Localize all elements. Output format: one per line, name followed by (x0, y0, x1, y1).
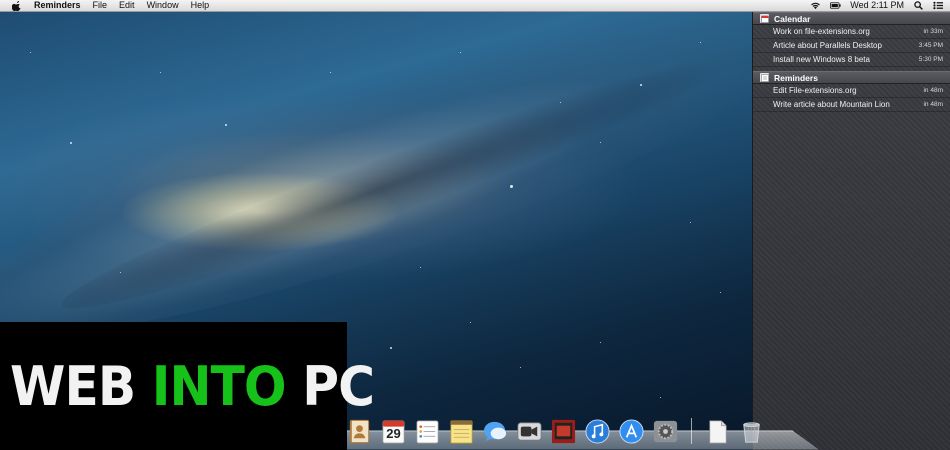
calendar-section-title: Calendar (774, 13, 811, 24)
documents-icon[interactable] (703, 417, 732, 446)
star (470, 322, 471, 323)
reminder-time: in 48m (923, 87, 943, 94)
star (660, 397, 661, 398)
star (390, 347, 392, 349)
reminders-section-header[interactable]: Reminders (753, 71, 950, 84)
messages-icon[interactable] (481, 417, 510, 446)
star (700, 42, 701, 43)
calendar-icon (760, 14, 769, 23)
contacts-icon[interactable] (345, 417, 374, 446)
dock-separator (691, 418, 692, 444)
status-area: Wed 2:11 PM (801, 0, 950, 11)
dock: 29 (345, 412, 766, 446)
star (510, 185, 513, 188)
star (225, 124, 227, 126)
event-time: 5:30 PM (918, 56, 943, 63)
system-preferences-icon[interactable] (651, 417, 680, 446)
app-menu-reminders[interactable]: Reminders (34, 0, 81, 11)
star (690, 222, 691, 223)
notification-center: Calendar Work on file-extensions.org in … (752, 12, 950, 450)
reminder-item[interactable]: Edit File-extensions.org in 48m (753, 84, 950, 98)
menu-bar: Reminders File Edit Window Help Wed 2:11… (0, 0, 950, 12)
spotlight-search-icon[interactable] (913, 1, 924, 10)
calendar-icon[interactable]: 29 (379, 417, 408, 446)
facetime-icon[interactable] (515, 417, 544, 446)
watermark-banner: WEB INTO PC (0, 322, 375, 450)
star (160, 72, 161, 73)
wifi-icon[interactable] (810, 1, 821, 10)
reminders-section-title: Reminders (774, 72, 818, 83)
calendar-event[interactable]: Install new Windows 8 beta 5:30 PM (753, 53, 950, 67)
star (70, 142, 72, 144)
star (520, 367, 521, 368)
watermark-part-pc: PC (285, 354, 375, 418)
star (600, 142, 601, 143)
menu-edit[interactable]: Edit (119, 0, 135, 11)
calendar-event[interactable]: Work on file-extensions.org in 33m (753, 25, 950, 39)
app-store-icon[interactable] (617, 417, 646, 446)
notes-icon[interactable] (447, 417, 476, 446)
calendar-event[interactable]: Article about Parallels Desktop 3:45 PM (753, 39, 950, 53)
star (560, 102, 561, 103)
calendar-day: 29 (386, 426, 401, 441)
watermark-part-into: INTO (151, 354, 287, 418)
menu-help[interactable]: Help (191, 0, 210, 11)
star (720, 292, 721, 293)
reminder-item[interactable]: Write article about Mountain Lion in 48m (753, 98, 950, 112)
star (120, 272, 121, 273)
reminders-icon[interactable] (413, 417, 442, 446)
star (640, 84, 642, 86)
star (460, 52, 461, 53)
watermark-text: WEB INTO PC (10, 354, 375, 418)
watermark-part-web: WEB (10, 354, 152, 418)
apple-icon[interactable] (12, 0, 24, 11)
reminder-time: in 48m (923, 101, 943, 108)
menu-file[interactable]: File (93, 0, 108, 11)
event-title: Article about Parallels Desktop (773, 41, 882, 50)
star (30, 52, 31, 53)
battery-icon[interactable] (830, 1, 841, 10)
event-time: 3:45 PM (918, 42, 943, 49)
event-title: Install new Windows 8 beta (773, 55, 870, 64)
event-time: in 33m (923, 28, 943, 35)
menu-window[interactable]: Window (147, 0, 179, 11)
star (600, 342, 601, 343)
menu-clock[interactable]: Wed 2:11 PM (850, 0, 904, 11)
itunes-icon[interactable] (583, 417, 612, 446)
trash-icon[interactable] (737, 417, 766, 446)
calendar-section-header[interactable]: Calendar (753, 12, 950, 25)
reminders-icon (760, 73, 769, 82)
reminder-title: Edit File-extensions.org (773, 86, 857, 95)
photo-booth-icon[interactable] (549, 417, 578, 446)
notification-center-icon[interactable] (933, 1, 944, 10)
event-title: Work on file-extensions.org (773, 27, 870, 36)
star (420, 267, 421, 268)
star (330, 72, 331, 73)
reminder-title: Write article about Mountain Lion (773, 100, 890, 109)
